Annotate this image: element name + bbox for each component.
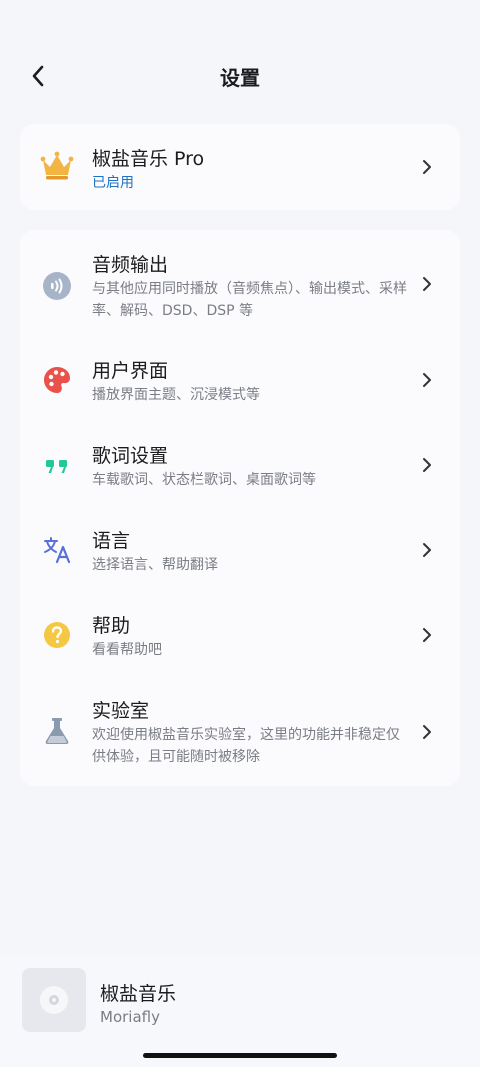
settings-item-lyrics[interactable]: 歌词设置 车载歌词、状态栏歌词、桌面歌词等 bbox=[20, 435, 460, 511]
chevron-right-icon bbox=[423, 277, 431, 291]
settings-item-subtitle: 欢迎使用椒盐音乐实验室，这里的功能并非稳定仅供体验，且可能随时被移除 bbox=[92, 727, 400, 765]
chevron-right-icon bbox=[423, 628, 431, 642]
settings-item-user-interface[interactable]: 用户界面 播放界面主题、沉浸模式等 bbox=[20, 350, 460, 426]
quote-icon bbox=[40, 448, 74, 482]
settings-item-help[interactable]: 帮助 看看帮助吧 bbox=[20, 605, 460, 681]
help-icon bbox=[40, 618, 74, 652]
pro-row[interactable]: 椒盐音乐 Pro 已启用 bbox=[20, 124, 460, 210]
palette-icon bbox=[40, 363, 74, 397]
translate-icon bbox=[40, 533, 74, 567]
settings-item-subtitle: 与其他应用同时播放（音频焦点）、输出模式、采样率、解码、DSD、DSP 等 bbox=[92, 281, 407, 319]
pro-status: 已启用 bbox=[92, 175, 134, 191]
chevron-right-icon bbox=[423, 160, 431, 174]
chevron-right-icon bbox=[423, 458, 431, 472]
settings-item-title: 音频输出 bbox=[92, 254, 169, 276]
settings-item-title: 语言 bbox=[92, 530, 131, 552]
settings-item-title: 实验室 bbox=[92, 700, 150, 722]
settings-list: 音频输出 与其他应用同时播放（音频焦点）、输出模式、采样率、解码、DSD、DSP… bbox=[20, 230, 460, 786]
now-playing-artist: Moriafly bbox=[100, 1008, 160, 1026]
now-playing-title: 椒盐音乐 bbox=[100, 983, 177, 1005]
settings-item-lab[interactable]: 实验室 欢迎使用椒盐音乐实验室，这里的功能并非稳定仅供体验，且可能随时被移除 bbox=[20, 690, 460, 780]
settings-item-title: 歌词设置 bbox=[92, 445, 169, 467]
speaker-icon bbox=[40, 269, 74, 303]
disc-icon bbox=[40, 986, 68, 1014]
settings-item-subtitle: 车载歌词、状态栏歌词、桌面歌词等 bbox=[92, 472, 316, 488]
crown-icon bbox=[40, 149, 74, 183]
pro-card: 椒盐音乐 Pro 已启用 bbox=[20, 124, 460, 210]
settings-item-subtitle: 看看帮助吧 bbox=[92, 642, 162, 658]
chevron-right-icon bbox=[423, 725, 431, 739]
settings-item-title: 用户界面 bbox=[92, 360, 169, 382]
top-bar: 设置 bbox=[0, 52, 480, 100]
settings-item-title: 帮助 bbox=[92, 615, 131, 637]
settings-item-subtitle: 选择语言、帮助翻译 bbox=[92, 557, 218, 573]
settings-item-subtitle: 播放界面主题、沉浸模式等 bbox=[92, 387, 260, 403]
flask-icon bbox=[40, 714, 74, 748]
page-title: 设置 bbox=[220, 66, 260, 90]
pro-title: 椒盐音乐 Pro bbox=[92, 148, 205, 170]
home-indicator[interactable] bbox=[143, 1053, 337, 1058]
chevron-right-icon bbox=[423, 373, 431, 387]
chevron-right-icon bbox=[423, 543, 431, 557]
settings-item-language[interactable]: 语言 选择语言、帮助翻译 bbox=[20, 520, 460, 596]
settings-item-audio-output[interactable]: 音频输出 与其他应用同时播放（音频焦点）、输出模式、采样率、解码、DSD、DSP… bbox=[20, 242, 460, 342]
album-cover bbox=[22, 968, 86, 1032]
